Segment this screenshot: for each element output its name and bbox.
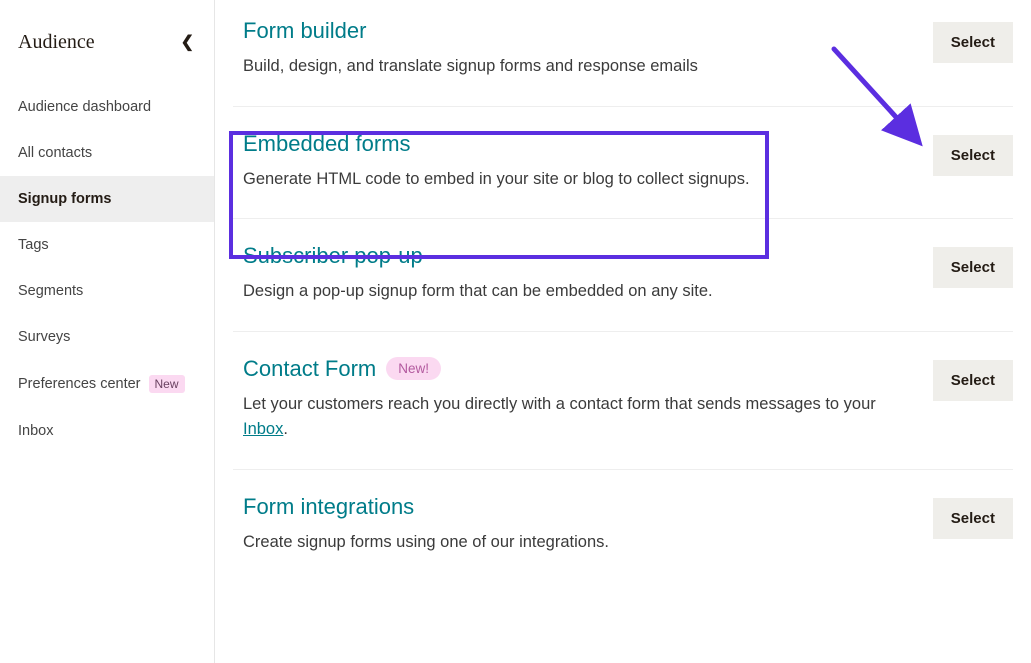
form-title[interactable]: Contact Form New! (243, 356, 893, 382)
chevron-left-icon[interactable]: ❮ (179, 28, 196, 56)
sidebar-item-label: Preferences center (18, 376, 141, 392)
form-desc-post: . (283, 420, 288, 438)
sidebar-item-label: All contacts (18, 145, 92, 161)
select-button-contact-form[interactable]: Select (933, 360, 1013, 401)
sidebar-item-label: Tags (18, 237, 49, 253)
form-title-text: Form builder (243, 18, 366, 44)
sidebar-item-inbox[interactable]: Inbox (0, 408, 214, 454)
sidebar-item-label: Audience dashboard (18, 99, 151, 115)
form-title[interactable]: Form integrations (243, 494, 893, 520)
sidebar-nav: Audience dashboard All contacts Signup f… (0, 84, 214, 454)
sidebar-item-label: Surveys (18, 329, 70, 345)
form-row-text: Subscriber pop-up Design a pop-up signup… (243, 243, 933, 305)
form-title-text: Contact Form (243, 356, 376, 382)
form-desc: Create signup forms using one of our int… (243, 530, 893, 556)
form-desc: Build, design, and translate signup form… (243, 54, 893, 80)
select-button-subscriber-popup[interactable]: Select (933, 247, 1013, 288)
form-title[interactable]: Form builder (243, 18, 893, 44)
form-row-form-integrations: Form integrations Create signup forms us… (233, 470, 1013, 582)
select-button-form-builder[interactable]: Select (933, 22, 1013, 63)
sidebar-item-signup-forms[interactable]: Signup forms (0, 176, 214, 222)
sidebar-header: Audience ❮ (0, 28, 214, 84)
form-row-subscriber-popup: Subscriber pop-up Design a pop-up signup… (233, 219, 1013, 332)
form-row-text: Embedded forms Generate HTML code to emb… (243, 131, 933, 193)
sidebar-title: Audience (18, 31, 95, 54)
form-title[interactable]: Subscriber pop-up (243, 243, 893, 269)
sidebar-item-label: Inbox (18, 423, 53, 439)
form-row-form-builder: Form builder Build, design, and translat… (233, 0, 1013, 107)
main-content: Form builder Build, design, and translat… (215, 0, 1031, 663)
form-title[interactable]: Embedded forms (243, 131, 893, 157)
form-title-text: Form integrations (243, 494, 414, 520)
sidebar-item-label: Segments (18, 283, 83, 299)
sidebar-item-audience-dashboard[interactable]: Audience dashboard (0, 84, 214, 130)
sidebar: Audience ❮ Audience dashboard All contac… (0, 0, 215, 663)
form-desc-pre: Let your customers reach you directly wi… (243, 395, 876, 413)
sidebar-item-preferences-center[interactable]: Preferences center New (0, 360, 214, 408)
form-row-text: Contact Form New! Let your customers rea… (243, 356, 933, 443)
sidebar-item-label: Signup forms (18, 191, 111, 207)
new-pill: New! (386, 357, 441, 380)
form-row-embedded-forms: Embedded forms Generate HTML code to emb… (233, 107, 1013, 220)
select-button-form-integrations[interactable]: Select (933, 498, 1013, 539)
form-row-text: Form builder Build, design, and translat… (243, 18, 933, 80)
form-desc: Design a pop-up signup form that can be … (243, 279, 893, 305)
form-desc: Generate HTML code to embed in your site… (243, 167, 893, 193)
form-row-text: Form integrations Create signup forms us… (243, 494, 933, 556)
inbox-link[interactable]: Inbox (243, 420, 283, 438)
new-badge: New (149, 375, 185, 393)
sidebar-item-all-contacts[interactable]: All contacts (0, 130, 214, 176)
form-row-contact-form: Contact Form New! Let your customers rea… (233, 332, 1013, 470)
sidebar-item-tags[interactable]: Tags (0, 222, 214, 268)
form-desc: Let your customers reach you directly wi… (243, 392, 893, 443)
form-title-text: Subscriber pop-up (243, 243, 423, 269)
form-title-text: Embedded forms (243, 131, 411, 157)
sidebar-item-segments[interactable]: Segments (0, 268, 214, 314)
select-button-embedded-forms[interactable]: Select (933, 135, 1013, 176)
sidebar-item-surveys[interactable]: Surveys (0, 314, 214, 360)
